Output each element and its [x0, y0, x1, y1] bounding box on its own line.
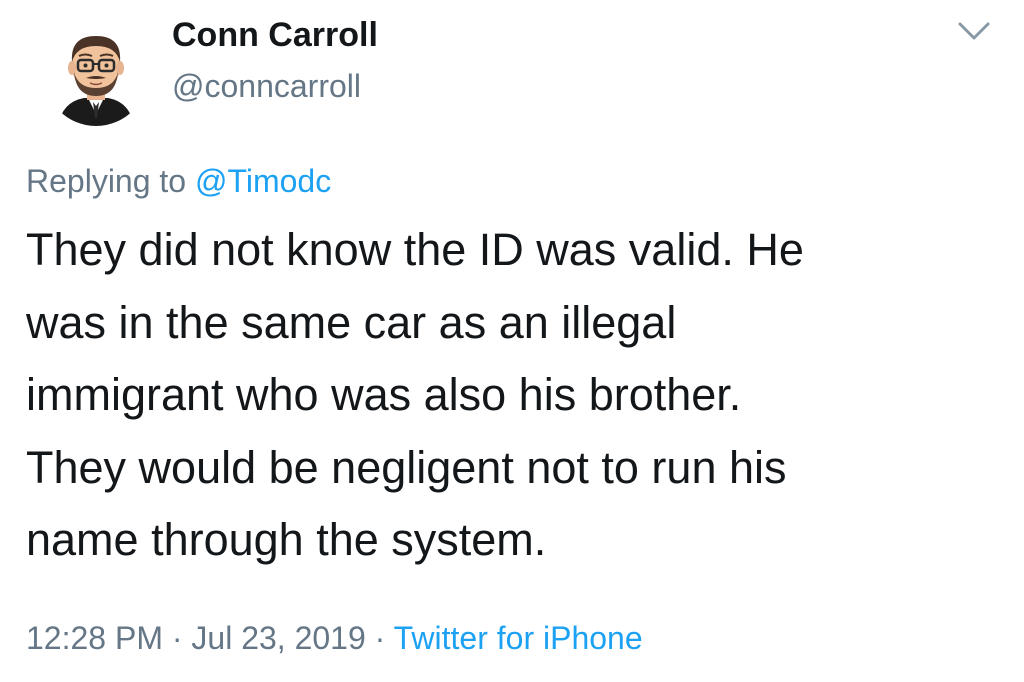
tweet-text-line: immigrant who was also his brother.	[26, 369, 742, 420]
tweet-text-line: They would be negligent not to run his	[26, 441, 787, 493]
bitmoji-avatar-icon	[44, 22, 148, 126]
author-handle[interactable]: @conncarroll	[172, 68, 361, 105]
tweet-card: Conn Carroll @conncarroll Replying to @T…	[0, 0, 1024, 682]
tweet-text-line: name through the system.	[26, 514, 547, 565]
author-avatar[interactable]	[44, 22, 148, 126]
tweet-date[interactable]: Jul 23, 2019	[191, 620, 365, 656]
tweet-text-line: They did not know the ID was valid. He	[26, 224, 804, 275]
reply-mention-link[interactable]: @Timodc	[195, 163, 331, 199]
tweet-source-link[interactable]: Twitter for iPhone	[394, 620, 643, 656]
tweet-menu-button[interactable]	[956, 18, 992, 46]
meta-separator: ·	[365, 620, 394, 656]
tweet-metadata: 12:28 PM · Jul 23, 2019 · Twitter for iP…	[26, 620, 643, 657]
meta-separator: ·	[162, 620, 192, 656]
tweet-text: They did not know the ID was valid. He w…	[26, 214, 1006, 577]
replying-to: Replying to @Timodc	[26, 163, 331, 200]
author-display-name[interactable]: Conn Carroll	[172, 16, 378, 55]
chevron-down-icon	[958, 22, 990, 40]
tweet-text-line: was in the same car as an illegal	[26, 296, 677, 348]
tweet-time[interactable]: 12:28 PM	[26, 620, 163, 656]
replying-to-label: Replying to	[26, 163, 195, 199]
